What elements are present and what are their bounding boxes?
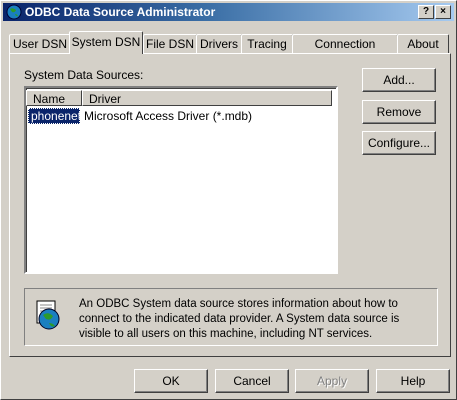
remove-button[interactable]: Remove	[362, 100, 436, 124]
list-item[interactable]: phonenet Microsoft Access Driver (*.mdb)	[28, 108, 332, 124]
apply-button[interactable]: Apply	[295, 369, 369, 393]
tab-about[interactable]: About	[397, 34, 449, 53]
tab-tracing[interactable]: Tracing	[241, 34, 293, 53]
odbc-globe-icon	[6, 4, 22, 20]
globe-database-icon	[33, 299, 65, 331]
tab-connection-pooling[interactable]: Connection Pooling	[292, 34, 398, 69]
column-header-name[interactable]: Name	[26, 90, 82, 106]
help-title-button[interactable]: ?	[418, 5, 434, 19]
help-button[interactable]: Help	[376, 369, 450, 393]
dsn-name[interactable]: phonenet	[28, 108, 81, 124]
configure-button[interactable]: Configure...	[362, 131, 436, 155]
tab-file-dsn[interactable]: File DSN	[143, 34, 197, 53]
info-text: An ODBC System data source stores inform…	[79, 298, 400, 340]
add-button[interactable]: Add...	[362, 68, 436, 92]
dsn-driver: Microsoft Access Driver (*.mdb)	[84, 109, 253, 123]
info-box: An ODBC System data source stores inform…	[24, 288, 438, 346]
system-dsn-panel: System Data Sources: Name Driver phonene…	[9, 53, 451, 357]
tab-user-dsn[interactable]: User DSN	[9, 34, 71, 53]
tab-system-dsn[interactable]: System DSN	[69, 31, 143, 54]
tab-drivers[interactable]: Drivers	[196, 34, 242, 53]
cancel-button[interactable]: Cancel	[215, 369, 289, 393]
ok-button[interactable]: OK	[134, 369, 208, 393]
close-title-button[interactable]: ×	[435, 5, 451, 19]
odbc-window: ODBC Data Source Administrator ? × User …	[0, 0, 457, 400]
column-header-driver[interactable]: Driver	[82, 90, 332, 106]
system-data-sources-list[interactable]: Name Driver phonenet Microsoft Access Dr…	[24, 86, 338, 274]
window-title: ODBC Data Source Administrator	[25, 5, 216, 19]
system-data-sources-label: System Data Sources:	[24, 68, 144, 82]
title-bar[interactable]: ODBC Data Source Administrator ? ×	[3, 3, 454, 21]
